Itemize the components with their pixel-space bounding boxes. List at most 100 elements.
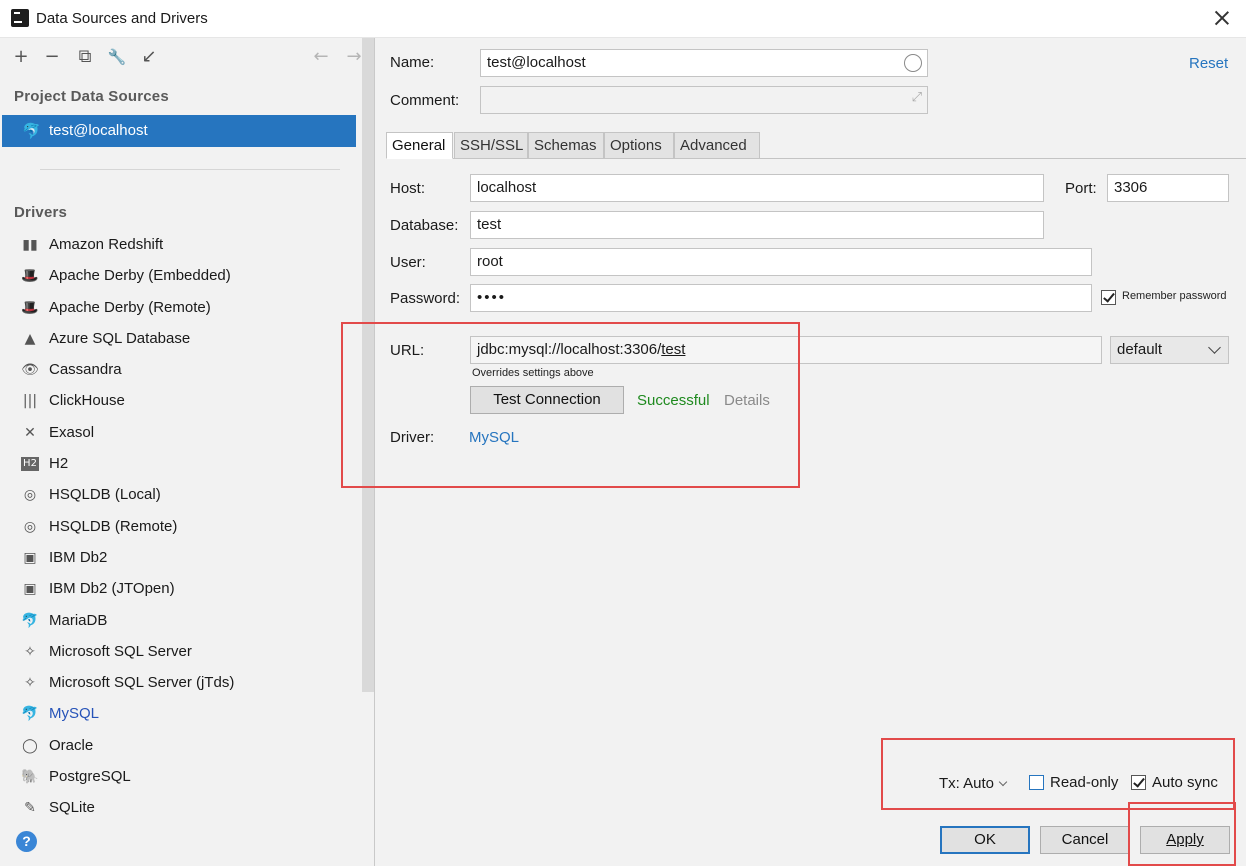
data-sources-panel: + − ⧉ 🔧 ↙ ← → Project Data Sources 🐬 tes… bbox=[0, 38, 375, 866]
user-field[interactable]: root bbox=[470, 248, 1092, 276]
sqlite-feather-icon: ✎ bbox=[24, 800, 36, 817]
mysql-dolphin-icon: 🐬 bbox=[22, 122, 41, 140]
driver-item-apache-derby-embedded[interactable]: 🎩 Apache Derby (Embedded) bbox=[0, 262, 360, 293]
password-field[interactable]: •••• bbox=[470, 284, 1092, 312]
data-source-label: test@localhost bbox=[49, 122, 148, 139]
driver-item-apache-derby-remote[interactable]: 🎩 Apache Derby (Remote) bbox=[0, 294, 360, 325]
sources-toolbar: + − ⧉ 🔧 ↙ ← → bbox=[0, 38, 374, 76]
driver-item-cassandra[interactable]: 👁 Cassandra bbox=[0, 356, 360, 387]
intellij-app-icon bbox=[11, 9, 29, 27]
comment-label: Comment: bbox=[390, 92, 460, 109]
driver-item-exasol[interactable]: ✕ Exasol bbox=[0, 419, 360, 450]
driver-item-amazon-redshift[interactable]: ▮▮ Amazon Redshift bbox=[0, 231, 360, 262]
clickhouse-bars-icon: ||| bbox=[22, 393, 38, 410]
driver-item-postgresql[interactable]: 🐘 PostgreSQL bbox=[0, 763, 360, 794]
import-icon[interactable]: ↙ bbox=[138, 46, 160, 68]
title-bar: Data Sources and Drivers bbox=[0, 0, 1246, 38]
reset-link[interactable]: Reset bbox=[1189, 55, 1228, 72]
remember-password-checkbox[interactable] bbox=[1101, 290, 1116, 305]
window-title: Data Sources and Drivers bbox=[36, 10, 208, 27]
mssql-icon: ✧ bbox=[24, 643, 36, 660]
driver-label: PostgreSQL bbox=[49, 768, 131, 786]
postgresql-elephant-icon: 🐘 bbox=[21, 769, 39, 786]
wrench-icon[interactable]: 🔧 bbox=[106, 46, 128, 68]
tab-advanced[interactable]: Advanced bbox=[674, 132, 760, 159]
url-mode-select[interactable]: default bbox=[1110, 336, 1229, 364]
host-field[interactable]: localhost bbox=[470, 174, 1044, 202]
chevron-down-icon bbox=[1208, 341, 1221, 354]
driver-label: HSQLDB (Local) bbox=[49, 486, 161, 504]
highlight-box-footer-options bbox=[881, 738, 1235, 810]
driver-label: IBM Db2 (JTOpen) bbox=[49, 580, 175, 598]
cancel-button[interactable]: Cancel bbox=[1040, 826, 1130, 854]
drivers-list: ▮▮ Amazon Redshift 🎩 Apache Derby (Embedde… bbox=[0, 231, 360, 826]
expand-icon[interactable]: ⤢ bbox=[912, 90, 922, 105]
project-data-sources-heading: Project Data Sources bbox=[14, 88, 169, 105]
driver-item-hsqldb-remote[interactable]: ◎ HSQLDB (Remote) bbox=[0, 513, 360, 544]
drivers-heading: Drivers bbox=[14, 204, 68, 221]
driver-item-hsqldb-local[interactable]: ◎ HSQLDB (Local) bbox=[0, 481, 360, 512]
driver-label: Apache Derby (Remote) bbox=[49, 298, 211, 316]
driver-item-ibm-db2[interactable]: ▣ IBM Db2 bbox=[0, 544, 360, 575]
password-label: Password: bbox=[390, 290, 461, 307]
ibm-db2-icon: ▣ bbox=[23, 549, 37, 566]
driver-item-mariadb[interactable]: 🐬 MariaDB bbox=[0, 607, 360, 638]
driver-item-oracle[interactable]: ◯ Oracle bbox=[0, 732, 360, 763]
driver-item-ibm-db2-jtopen[interactable]: ▣ IBM Db2 (JTOpen) bbox=[0, 575, 360, 606]
port-label: Port: bbox=[1065, 180, 1097, 197]
name-value: test@localhost bbox=[487, 54, 586, 71]
h2-icon: H2 bbox=[21, 457, 39, 472]
comment-field[interactable]: ⤢ bbox=[480, 86, 928, 114]
url-mode-value: default bbox=[1117, 341, 1163, 358]
driver-item-sqlite[interactable]: ✎ SQLite bbox=[0, 794, 360, 825]
cassandra-eye-icon: 👁 bbox=[21, 362, 39, 379]
user-label: User: bbox=[390, 254, 426, 271]
driver-label: Microsoft SQL Server bbox=[49, 642, 192, 660]
highlight-box-url bbox=[341, 322, 800, 488]
driver-label: H2 bbox=[49, 455, 69, 473]
name-label: Name: bbox=[390, 54, 435, 71]
add-icon[interactable]: + bbox=[10, 46, 32, 68]
mariadb-seal-icon: 🐬 bbox=[21, 612, 39, 629]
ok-button[interactable]: OK bbox=[940, 826, 1030, 854]
driver-item-azure-sql[interactable]: ▲ Azure SQL Database bbox=[0, 325, 360, 356]
tab-general[interactable]: General bbox=[386, 132, 453, 159]
driver-label: MariaDB bbox=[49, 611, 108, 629]
driver-label: Oracle bbox=[49, 736, 94, 754]
ibm-db2-icon: ▣ bbox=[23, 581, 37, 598]
tab-schemas[interactable]: Schemas bbox=[528, 132, 604, 159]
tab-ssh-ssl[interactable]: SSH/SSL bbox=[454, 132, 528, 159]
driver-item-clickhouse[interactable]: ||| ClickHouse bbox=[0, 387, 360, 418]
driver-label: MySQL bbox=[49, 705, 100, 723]
database-field[interactable]: test bbox=[470, 211, 1044, 239]
hsqldb-icon: ◎ bbox=[23, 487, 37, 504]
tab-options[interactable]: Options bbox=[604, 132, 674, 159]
azure-icon: ▲ bbox=[24, 330, 36, 347]
hsqldb-icon: ◎ bbox=[23, 518, 37, 535]
color-circle-icon[interactable] bbox=[904, 54, 922, 72]
exasol-x-icon: ✕ bbox=[24, 424, 36, 441]
driver-item-mssql-jtds[interactable]: ✧ Microsoft SQL Server (jTds) bbox=[0, 669, 360, 700]
data-source-item-test-localhost[interactable]: 🐬 test@localhost bbox=[2, 115, 356, 147]
help-icon[interactable]: ? bbox=[16, 831, 37, 852]
driver-label: IBM Db2 bbox=[49, 548, 108, 566]
highlight-box-apply bbox=[1128, 802, 1236, 866]
driver-item-mssql[interactable]: ✧ Microsoft SQL Server bbox=[0, 638, 360, 669]
close-icon[interactable] bbox=[1212, 8, 1232, 28]
driver-item-h2[interactable]: H2 H2 bbox=[0, 450, 360, 481]
driver-label: Azure SQL Database bbox=[49, 329, 191, 347]
redshift-icon: ▮▮ bbox=[22, 237, 38, 253]
host-label: Host: bbox=[390, 180, 426, 197]
name-field[interactable]: test@localhost bbox=[480, 49, 928, 77]
back-arrow-icon[interactable]: ← bbox=[310, 46, 332, 68]
driver-label: SQLite bbox=[49, 799, 95, 817]
derby-hat-icon: 🎩 bbox=[21, 268, 39, 285]
oracle-icon: ◯ bbox=[22, 737, 38, 754]
driver-item-mysql[interactable]: 🐬 MySQL bbox=[0, 700, 360, 731]
data-source-settings-panel: Name: test@localhost Reset Comment: ⤢ Ge… bbox=[341, 38, 1246, 866]
driver-label: Amazon Redshift bbox=[49, 236, 164, 253]
remove-icon[interactable]: − bbox=[41, 46, 63, 68]
duplicate-icon[interactable]: ⧉ bbox=[74, 46, 96, 68]
driver-label: Microsoft SQL Server (jTds) bbox=[49, 674, 235, 692]
port-field[interactable]: 3306 bbox=[1107, 174, 1229, 202]
